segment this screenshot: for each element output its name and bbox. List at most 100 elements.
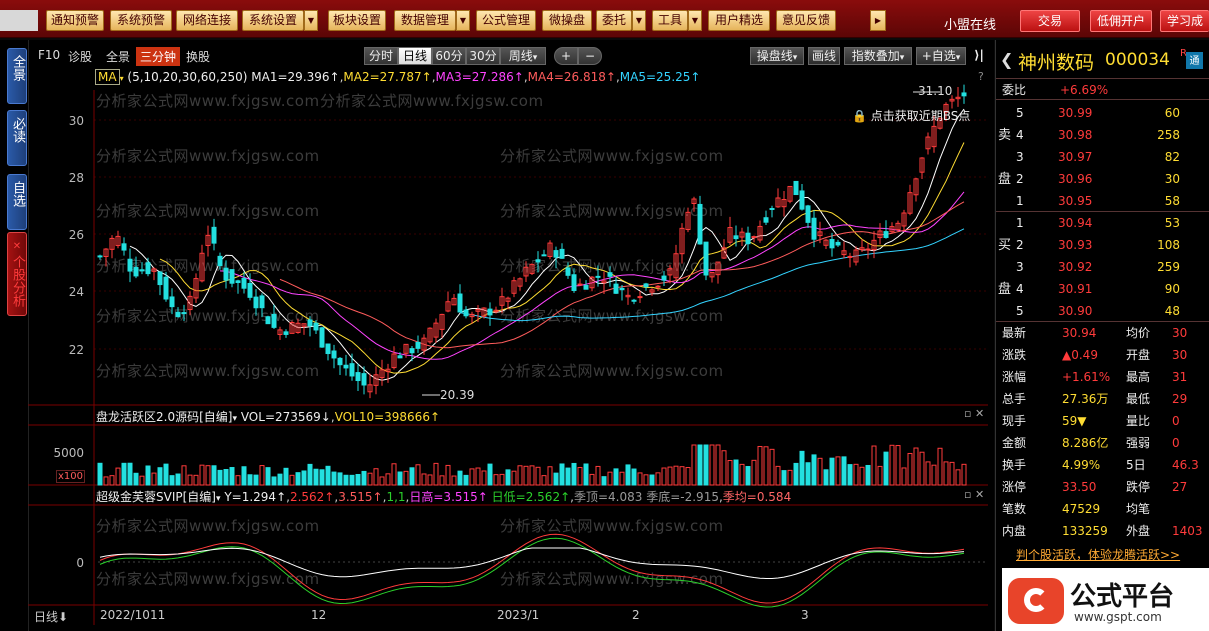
volume-indicator-name[interactable]: 盘龙活跃区2.0源码[自编]: [96, 410, 232, 424]
sell-price: 30.99: [1058, 106, 1093, 120]
chevron-down-icon[interactable]: ▼: [304, 10, 318, 31]
sell-row[interactable]: 3 30.97 82: [996, 146, 1209, 168]
toolbar-button-order[interactable]: 委托: [596, 10, 632, 31]
close-icon[interactable]: ✕: [8, 239, 26, 255]
quote-value: 47529: [1062, 502, 1101, 516]
volume-bar: [865, 464, 871, 486]
volume-bar: [265, 467, 271, 486]
volume-bar: [703, 444, 709, 486]
candle-body: [487, 308, 493, 316]
volume-bar: [733, 459, 739, 486]
sell-row[interactable]: 2 30.96 30: [996, 168, 1209, 190]
candle-body: [247, 282, 253, 298]
buy-row[interactable]: 3 30.92 259: [996, 256, 1209, 278]
toolbar-button-data-mgmt[interactable]: 数据管理: [394, 10, 456, 31]
toolbar-button-formula[interactable]: 公式管理: [476, 10, 536, 31]
candle-body: [283, 331, 289, 335]
volume-bar: [751, 459, 757, 486]
buy-row[interactable]: 1 30.94 53: [996, 212, 1209, 234]
ind-low: 日低=2.562↑: [491, 490, 571, 504]
volume-bar: [739, 463, 745, 486]
candle-body: [211, 226, 217, 244]
promo-link[interactable]: 判个股活跃，体验龙腾活跃>>: [1016, 546, 1180, 563]
quote-value: 4.99%: [1062, 458, 1101, 472]
app-logo: [0, 10, 38, 31]
quote-value: +1.61%: [1062, 370, 1111, 384]
toolbar-button-settings[interactable]: 系统设置: [242, 10, 304, 31]
volume-bar: [721, 450, 727, 486]
volume-bar: [271, 476, 277, 486]
volume-bar: [385, 473, 391, 486]
volume-bar: [679, 466, 685, 486]
back-arrow-icon[interactable]: ❮: [1000, 50, 1013, 69]
side-tab-panorama[interactable]: 全景: [7, 48, 27, 104]
chevron-down-icon[interactable]: ▾: [232, 414, 237, 424]
volume-bar: [619, 471, 625, 486]
volume-bar: [895, 445, 901, 486]
volume-bar: [313, 468, 319, 486]
candle-body: [559, 248, 565, 259]
toolbar-button-network[interactable]: 网络连接: [176, 10, 238, 31]
sell-row[interactable]: 4 30.98 258: [996, 124, 1209, 146]
toolbar-button-feedback[interactable]: 意见反馈: [776, 10, 836, 31]
volume-bar: [625, 464, 631, 486]
toolbar-button-notify[interactable]: 通知预警: [46, 10, 104, 31]
bs-points-hint[interactable]: 🔒 点击获取近期BS点: [852, 107, 970, 124]
side-tab-must-read[interactable]: 必读: [7, 110, 27, 166]
candle-body: [331, 350, 337, 359]
volume-bar: [559, 463, 565, 486]
volume-bar: [397, 471, 403, 486]
quote-value: 30.94: [1062, 326, 1097, 340]
chevron-down-icon[interactable]: ▾: [216, 494, 221, 504]
quote-value: 27: [1172, 480, 1188, 494]
x-axis-label: 3: [801, 608, 809, 622]
panel-controls[interactable]: ▫ ✕: [964, 407, 984, 420]
panel-controls[interactable]: ▫ ✕: [964, 488, 984, 501]
chevron-down-icon[interactable]: ▼: [632, 10, 646, 31]
buy-book: 买 盘 1 30.94 53 2 30.93 108 3 30.92 259 4 30.91 90 5 3…: [996, 212, 1209, 322]
toolbar-button-tools[interactable]: 工具: [652, 10, 688, 31]
toolbar-button-user-picks[interactable]: 用户精选: [708, 10, 770, 31]
open-account-button[interactable]: 低佣开户: [1090, 10, 1152, 32]
volume-bar: [307, 463, 313, 486]
candle-body: [223, 267, 229, 281]
volume-bar: [367, 472, 373, 486]
volume-bar: [259, 465, 265, 486]
kline-chart[interactable]: 31.10 20.39: [28, 40, 994, 631]
candle-body: [343, 364, 349, 369]
volume-bar: [505, 469, 511, 486]
sell-row[interactable]: 5 30.99 60: [996, 102, 1209, 124]
buy-row[interactable]: 5 30.90 48: [996, 300, 1209, 322]
margin-icon[interactable]: 通: [1186, 52, 1203, 69]
volume-bar: [805, 462, 811, 486]
sell-book: 卖 盘 5 30.99 60 4 30.98 258 3 30.97 82 2 30.96 30 1 30…: [996, 102, 1209, 212]
chevron-down-icon[interactable]: ▼: [456, 10, 470, 31]
side-tab-watchlist[interactable]: 自选: [7, 174, 27, 230]
learn-button[interactable]: 学习成: [1160, 10, 1209, 32]
toolbar-button-system-alert[interactable]: 系统预警: [110, 10, 172, 31]
toolbar-button-micro-trade[interactable]: 微操盘: [542, 10, 592, 31]
buy-row[interactable]: 2 30.93 108: [996, 234, 1209, 256]
volume-bar: [577, 467, 583, 486]
buy-row[interactable]: 4 30.91 90: [996, 278, 1209, 300]
volume-bar: [901, 467, 907, 486]
stock-code: 000034: [1105, 50, 1170, 70]
volume-bar: [409, 467, 415, 486]
toolbar-button-block-settings[interactable]: 板块设置: [328, 10, 386, 31]
volume-bar: [457, 470, 463, 486]
quote-value: 0: [1172, 414, 1180, 428]
chevron-down-icon[interactable]: ▼: [688, 10, 702, 31]
candle-body: [745, 232, 751, 245]
chevron-right-icon[interactable]: ▶: [870, 10, 886, 31]
volume-bar: [199, 464, 205, 486]
volume-bar: [523, 465, 529, 486]
side-tab-stock-analysis[interactable]: ✕ 个股分析: [7, 232, 27, 316]
ind-zero-label: 0: [76, 556, 84, 570]
period-indicator[interactable]: 日线⬇: [34, 608, 68, 625]
indicator-name[interactable]: 超级金芙蓉SVIP[自编]: [96, 490, 216, 504]
trade-button[interactable]: 交易: [1020, 10, 1080, 32]
volume-bar: [235, 475, 241, 486]
sell-row[interactable]: 1 30.95 58: [996, 190, 1209, 212]
side-tabs: 全景 必读 自选 ✕ 个股分析: [0, 40, 28, 631]
volume-panel-header: 盘龙活跃区2.0源码[自编]▾ VOL=273569↓,VOL10=398666…: [96, 410, 441, 424]
